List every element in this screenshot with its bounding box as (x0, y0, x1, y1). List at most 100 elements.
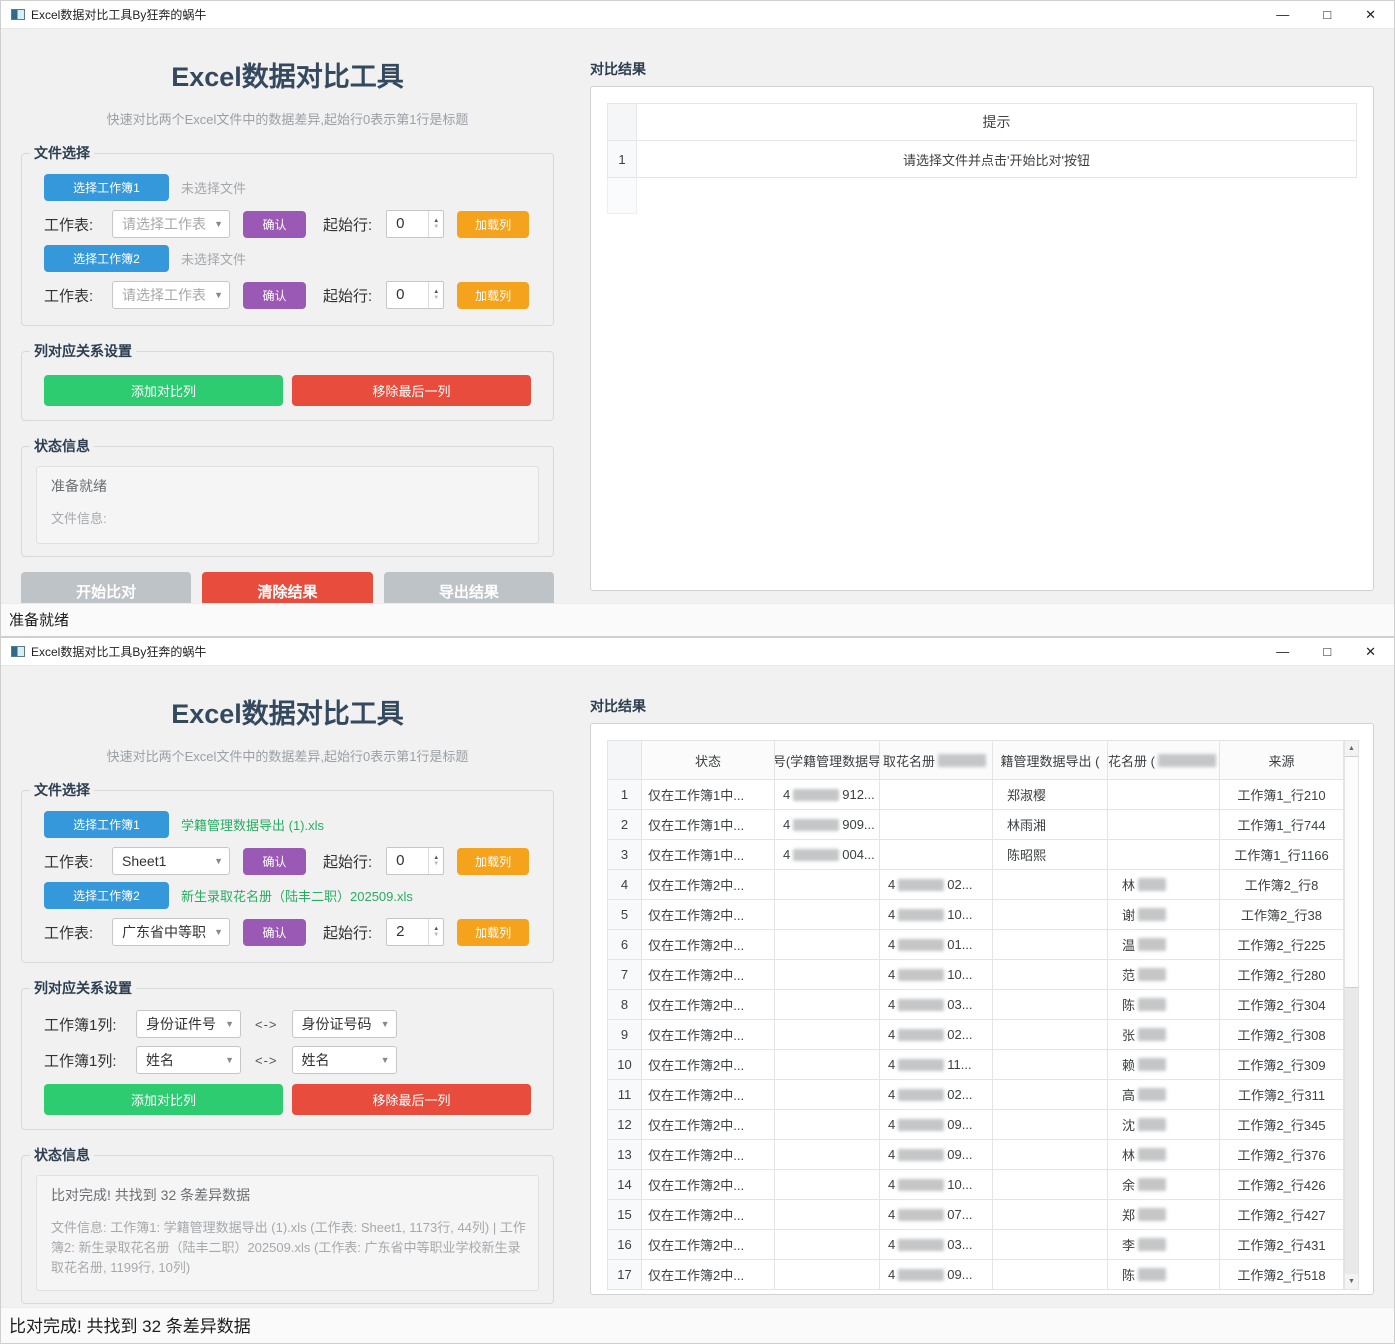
minimize-button[interactable]: — (1276, 645, 1289, 658)
select-workbook1-button[interactable]: 选择工作簿1 (44, 811, 169, 838)
select-workbook2-button[interactable]: 选择工作簿2 (44, 245, 169, 272)
column-mapping-group: 列对应关系设置 工作簿1列: 身份证件号 ▼ <-> 身份证号码 ▼ 工作簿1列… (21, 978, 554, 1130)
row-number: 2 (607, 810, 641, 840)
censored-block (1138, 968, 1166, 981)
book1-column-dropdown[interactable]: 身份证件号 ▼ (136, 1010, 241, 1038)
vertical-scrollbar[interactable]: ▲ ▼ (1344, 740, 1359, 1290)
book2-column-dropdown[interactable]: 身份证号码 ▼ (292, 1010, 397, 1038)
source-cell: 工作簿2_行431 (1219, 1230, 1344, 1260)
remove-last-column-button[interactable]: 移除最后一列 (292, 375, 531, 406)
table-row[interactable]: 6仅在工作簿2中...401...温工作簿2_行225 (607, 930, 1344, 960)
id-book2-cell: 410... (879, 900, 992, 930)
table-row[interactable]: 8仅在工作簿2中...403...陈工作簿2_行304 (607, 990, 1344, 1020)
table-row[interactable]: 5仅在工作簿2中...410...谢工作簿2_行38 (607, 900, 1344, 930)
status-info-group-label: 状态信息 (30, 436, 94, 456)
table-row[interactable]: 3仅在工作簿1中...4004...陈昭熙工作簿1_行1166 (607, 840, 1344, 870)
sheet-label: 工作表: (44, 285, 112, 306)
scrollbar-thumb[interactable] (1345, 756, 1358, 988)
scroll-down-icon[interactable]: ▼ (1345, 1274, 1358, 1289)
spin-down-icon[interactable]: ▼ (433, 224, 439, 230)
add-compare-column-button[interactable]: 添加对比列 (44, 1084, 283, 1115)
name-book2-cell (1107, 810, 1219, 840)
censored-block (898, 1029, 944, 1041)
load-columns2-button[interactable]: 加载列 (457, 919, 529, 946)
table-row[interactable]: 12仅在工作簿2中...409...沈工作簿2_行345 (607, 1110, 1344, 1140)
table-row[interactable]: 1仅在工作簿1中...4912...郑淑樱工作簿1_行210 (607, 780, 1344, 810)
censored-block (1138, 1178, 1166, 1191)
sheet2-dropdown[interactable]: 广东省中等职 ▼ (112, 918, 230, 946)
table-row[interactable]: 1 请选择文件并点击'开始比对'按钮 (607, 141, 1357, 178)
table-row[interactable]: 14仅在工作簿2中...410...余工作簿2_行426 (607, 1170, 1344, 1200)
confirm-sheet1-button[interactable]: 确认 (243, 211, 306, 238)
load-columns1-button[interactable]: 加载列 (457, 848, 529, 875)
status-text: 准备就绪 (51, 476, 526, 496)
id-book2-cell: 402... (879, 1080, 992, 1110)
workbook1-filename: 未选择文件 (181, 178, 246, 197)
column-header-name-book2: 花名册 ( (1107, 740, 1219, 780)
minimize-button[interactable]: — (1276, 8, 1289, 21)
table-row[interactable]: 9仅在工作簿2中...402...张工作簿2_行308 (607, 1020, 1344, 1050)
id-book2-cell (879, 810, 992, 840)
id-book2-cell: 409... (879, 1260, 992, 1290)
name-book1-cell (992, 1110, 1107, 1140)
table-row[interactable]: 17仅在工作簿2中...409...陈工作簿2_行518 (607, 1260, 1344, 1290)
table-row[interactable]: 10仅在工作簿2中...411...赖工作簿2_行309 (607, 1050, 1344, 1080)
startrow2-stepper[interactable]: 2 ▲▼ (386, 918, 444, 946)
censored-block (1138, 1118, 1166, 1131)
row-number: 8 (607, 990, 641, 1020)
spin-down-icon[interactable]: ▼ (433, 295, 439, 301)
spin-down-icon[interactable]: ▼ (433, 861, 439, 867)
name-book2-cell: 陈 (1107, 990, 1219, 1020)
clear-results-button[interactable]: 清除结果 (202, 572, 372, 603)
maximize-button[interactable]: □ (1323, 645, 1331, 658)
table-row[interactable]: 4仅在工作簿2中...402...林工作簿2_行8 (607, 870, 1344, 900)
select-workbook2-button[interactable]: 选择工作簿2 (44, 882, 169, 909)
startrow1-stepper[interactable]: 0 ▲▼ (386, 210, 444, 238)
book1-column-dropdown[interactable]: 姓名 ▼ (136, 1046, 241, 1074)
load-columns2-button[interactable]: 加载列 (457, 282, 529, 309)
mapping-arrow: <-> (255, 1053, 278, 1068)
confirm-sheet2-button[interactable]: 确认 (243, 919, 306, 946)
start-compare-button[interactable]: 开始比对 (21, 572, 191, 603)
table-row[interactable]: 7仅在工作簿2中...410...范工作簿2_行280 (607, 960, 1344, 990)
source-cell: 工作簿2_行304 (1219, 990, 1344, 1020)
status-info-group: 状态信息 准备就绪 文件信息: (21, 436, 554, 557)
close-button[interactable]: ✕ (1365, 645, 1376, 658)
table-row[interactable]: 2仅在工作簿1中...4909...林雨湘工作簿1_行744 (607, 810, 1344, 840)
censored-block (898, 1269, 944, 1281)
row-number: 6 (607, 930, 641, 960)
sheet1-dropdown[interactable]: 请选择工作表 ▼ (112, 210, 230, 238)
sheet2-dropdown[interactable]: 请选择工作表 ▼ (112, 281, 230, 309)
row-number: 9 (607, 1020, 641, 1050)
confirm-sheet1-button[interactable]: 确认 (243, 848, 306, 875)
startrow2-stepper[interactable]: 0 ▲▼ (386, 281, 444, 309)
window-result-state: Excel数据对比工具By狂奔的蜗牛 — □ ✕ Excel数据对比工具 快速对… (0, 637, 1395, 1344)
file-info-text: 文件信息: (51, 509, 526, 529)
export-results-button[interactable]: 导出结果 (384, 572, 554, 603)
table-row[interactable]: 11仅在工作簿2中...402...高工作簿2_行311 (607, 1080, 1344, 1110)
startrow1-stepper[interactable]: 0 ▲▼ (386, 847, 444, 875)
spin-down-icon[interactable]: ▼ (433, 932, 439, 938)
row-number: 16 (607, 1230, 641, 1260)
name-book1-cell (992, 1050, 1107, 1080)
scrollbar-track[interactable] (1345, 988, 1358, 1274)
id-book1-cell (774, 1260, 879, 1290)
status-info-group-label: 状态信息 (30, 1145, 94, 1165)
maximize-button[interactable]: □ (1323, 8, 1331, 21)
remove-last-column-button[interactable]: 移除最后一列 (292, 1084, 531, 1115)
add-compare-column-button[interactable]: 添加对比列 (44, 375, 283, 406)
load-columns1-button[interactable]: 加载列 (457, 211, 529, 238)
censored-block (898, 969, 944, 981)
status-cell: 仅在工作簿2中... (641, 1110, 774, 1140)
mapping-row-label: 工作簿1列: (44, 1014, 136, 1035)
table-row[interactable]: 15仅在工作簿2中...407...郑工作簿2_行427 (607, 1200, 1344, 1230)
close-button[interactable]: ✕ (1365, 8, 1376, 21)
select-workbook1-button[interactable]: 选择工作簿1 (44, 174, 169, 201)
table-row[interactable]: 16仅在工作簿2中...403...李工作簿2_行431 (607, 1230, 1344, 1260)
scroll-up-icon[interactable]: ▲ (1345, 741, 1358, 756)
book2-column-dropdown[interactable]: 姓名 ▼ (292, 1046, 397, 1074)
sheet1-dropdown[interactable]: Sheet1 ▼ (112, 847, 230, 875)
confirm-sheet2-button[interactable]: 确认 (243, 282, 306, 309)
name-book1-cell: 林雨湘 (992, 810, 1107, 840)
table-row[interactable]: 13仅在工作簿2中...409...林工作簿2_行376 (607, 1140, 1344, 1170)
